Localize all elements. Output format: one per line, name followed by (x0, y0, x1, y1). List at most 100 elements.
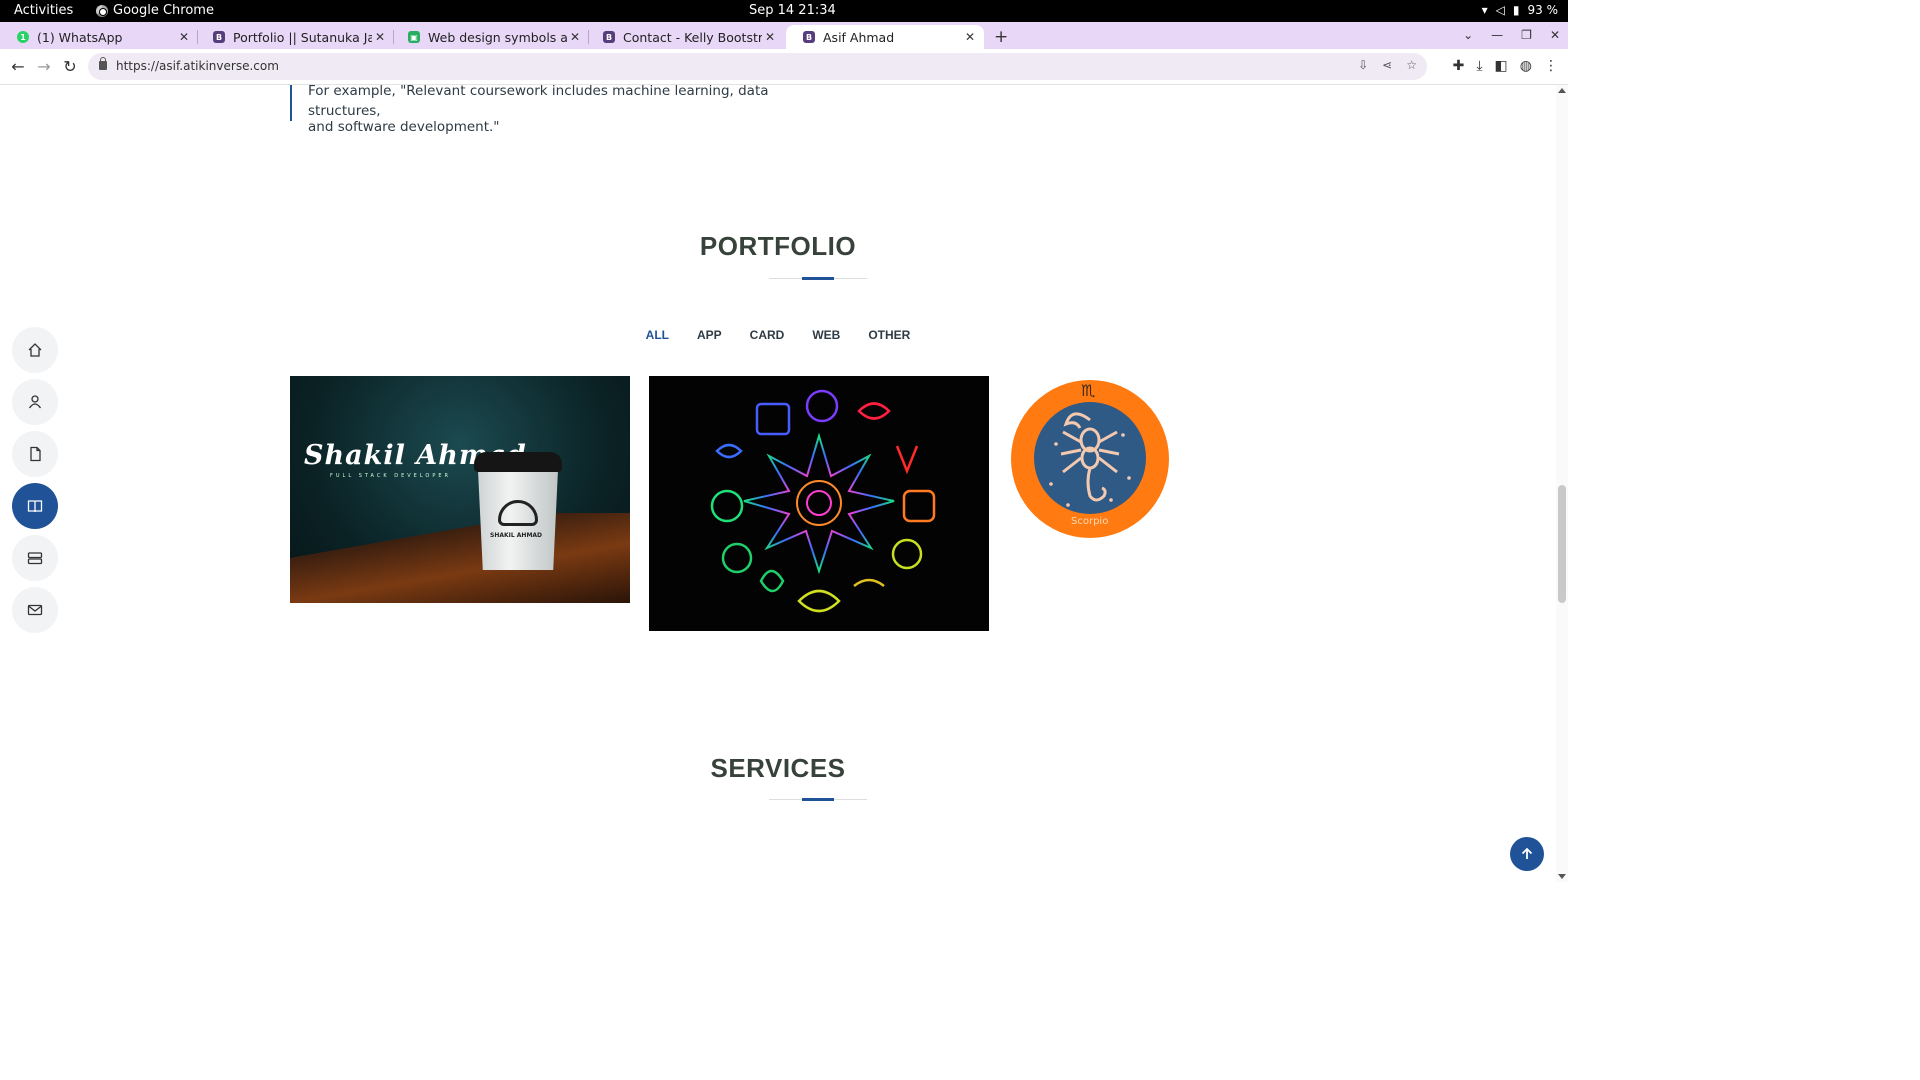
tab-asif-ahmad[interactable]: B Asif Ahmad ✕ (786, 25, 984, 49)
scrollbar-thumb[interactable] (1558, 485, 1566, 603)
quote-line-1: For example, "Relevant coursework includ… (308, 85, 769, 119)
extension-buttons: ✚ ⤓ ◧ ◍ ⋮ (1453, 58, 1558, 74)
portfolio-title: PORTFOLIO (699, 231, 857, 261)
system-top-bar: Activities Google Chrome Sep 14 21:34 ▾ … (0, 0, 1568, 22)
services-title: SERVICES (710, 753, 846, 783)
reload-icon[interactable]: ↻ (61, 58, 79, 76)
server-icon (27, 552, 43, 565)
divider-accent (802, 277, 834, 280)
side-panel-icon[interactable]: ◧ (1495, 58, 1508, 74)
close-icon[interactable]: ✕ (762, 30, 778, 44)
url-text[interactable]: https://asif.atikinverse.com (116, 59, 279, 73)
close-icon[interactable]: ✕ (567, 30, 583, 44)
portfolio-item-scorpio[interactable]: ♏ Scorpio (1011, 380, 1169, 538)
battery-percent: 93 % (1527, 3, 1559, 17)
divider-accent (802, 798, 834, 801)
tab-title: Web design symbols and icons (428, 29, 567, 45)
nav-about-button[interactable] (12, 379, 58, 425)
bootstrap-icon: B (603, 31, 615, 43)
tab-strip: 1 (1) WhatsApp ✕ B Portfolio || Sutanuka… (0, 22, 1568, 49)
tab-web-design-symbols[interactable]: ▣ Web design symbols and icons ✕ (391, 25, 589, 49)
nav-portfolio-button[interactable] (12, 483, 58, 529)
clock[interactable]: Sep 14 21:34 (749, 3, 836, 18)
system-tray[interactable]: ▾ ◁ ▮ 93 % (1482, 3, 1558, 17)
whatsapp-icon: 1 (17, 31, 29, 43)
profile-icon[interactable]: ◍ (1520, 58, 1532, 74)
extensions-icon[interactable]: ✚ (1453, 58, 1465, 74)
activities-button[interactable]: Activities (14, 3, 73, 18)
portfolio-filters: ALL APP CARD WEB OTHER (0, 328, 1556, 342)
menu-dots-icon[interactable]: ⋮ (1544, 58, 1558, 74)
file-icon (30, 446, 41, 462)
bookmark-star-icon[interactable]: ☆ (1406, 58, 1417, 72)
app-name: Google Chrome (113, 3, 214, 18)
close-icon[interactable]: ✕ (176, 30, 192, 44)
portfolio-item-symbols[interactable] (649, 376, 989, 631)
app-menu[interactable]: Google Chrome (96, 3, 214, 18)
neon-symbols-image (710, 389, 936, 613)
share-icon[interactable]: ⋖ (1382, 58, 1392, 72)
sheet-icon: ▣ (408, 31, 420, 43)
cup-brand-text: SHAKIL AHMAD (490, 532, 543, 539)
scorpio-badge-image (1011, 380, 1169, 538)
minimize-icon[interactable]: — (1491, 28, 1503, 42)
filter-app[interactable]: APP (683, 328, 736, 342)
coffee-cup-image: SHAKIL AHMAD (474, 452, 562, 570)
quote-line-2: and software development." (308, 119, 500, 135)
page-scrollbar[interactable] (1556, 85, 1568, 882)
window-close-icon[interactable]: ✕ (1550, 28, 1560, 42)
page-viewport: For example, "Relevant coursework includ… (0, 85, 1568, 882)
tab-title: Portfolio || Sutanuka Jana (233, 29, 372, 45)
tab-search-icon[interactable]: ⌄ (1463, 28, 1473, 42)
close-icon[interactable]: ✕ (962, 30, 978, 44)
nav-services-button[interactable] (12, 535, 58, 581)
install-icon[interactable]: ⇩ (1358, 58, 1368, 72)
cup-lid (474, 452, 562, 472)
filter-all[interactable]: ALL (632, 328, 683, 342)
portfolio-item-coffee[interactable]: Shakil Ahmad FULL STACK DEVELOPER SHAKIL… (290, 376, 630, 603)
battery-icon: ▮ (1512, 3, 1520, 17)
nav-contact-button[interactable] (12, 587, 58, 633)
wifi-icon: ▾ (1481, 3, 1488, 17)
scroll-down-icon[interactable] (1558, 874, 1566, 879)
tab-title: (1) WhatsApp (37, 29, 123, 45)
services-divider (769, 798, 867, 801)
person-icon (28, 395, 42, 409)
omnibox-actions: ⇩ ⋖ ☆ (1358, 58, 1417, 72)
envelope-icon (27, 604, 43, 616)
tab-portfolio-sutanuka[interactable]: B Portfolio || Sutanuka Jana ✕ (196, 25, 394, 49)
tab-whatsapp[interactable]: 1 (1) WhatsApp ✕ (0, 25, 198, 49)
nav-resume-button[interactable] (12, 431, 58, 477)
bootstrap-icon: B (803, 31, 815, 43)
window-controls: ⌄ — ❐ ✕ (1463, 28, 1560, 42)
portfolio-divider (769, 277, 867, 280)
address-bar[interactable]: https://asif.atikinverse.com ⇩ ⋖ ☆ (88, 53, 1427, 80)
nav-home-button[interactable] (12, 327, 58, 373)
tab-title: Asif Ahmad (823, 29, 895, 45)
restore-icon[interactable]: ❐ (1521, 28, 1532, 42)
close-icon[interactable]: ✕ (372, 30, 388, 44)
filter-card[interactable]: CARD (736, 328, 799, 342)
home-icon (28, 343, 42, 357)
bootstrap-icon: B (213, 31, 225, 43)
forward-icon[interactable]: → (35, 58, 53, 76)
book-icon (27, 500, 43, 513)
new-tab-button[interactable]: + (994, 27, 1008, 47)
back-to-top-button[interactable] (1510, 837, 1544, 871)
filter-web[interactable]: WEB (798, 328, 854, 342)
back-icon[interactable]: ← (9, 58, 27, 76)
scroll-up-icon[interactable] (1558, 88, 1566, 93)
download-icon[interactable]: ⤓ (1476, 58, 1482, 74)
resume-quote: For example, "Relevant coursework includ… (290, 85, 810, 135)
scorpio-label: Scorpio (1071, 516, 1109, 527)
filter-other[interactable]: OTHER (854, 328, 924, 342)
tab-contact-kelly[interactable]: B Contact - Kelly Bootstrap ✕ (586, 25, 784, 49)
lock-icon[interactable] (99, 57, 107, 70)
browser-toolbar: ← → ↻ https://asif.atikinverse.com ⇩ ⋖ ☆… (0, 49, 1568, 85)
scorpio-glyph: ♏ (1081, 381, 1096, 400)
card-subtitle: FULL STACK DEVELOPER (330, 473, 452, 479)
chrome-icon (96, 4, 108, 17)
table-surface (290, 513, 630, 603)
volume-icon: ◁ (1495, 3, 1505, 17)
tab-title: Contact - Kelly Bootstrap (623, 29, 762, 45)
